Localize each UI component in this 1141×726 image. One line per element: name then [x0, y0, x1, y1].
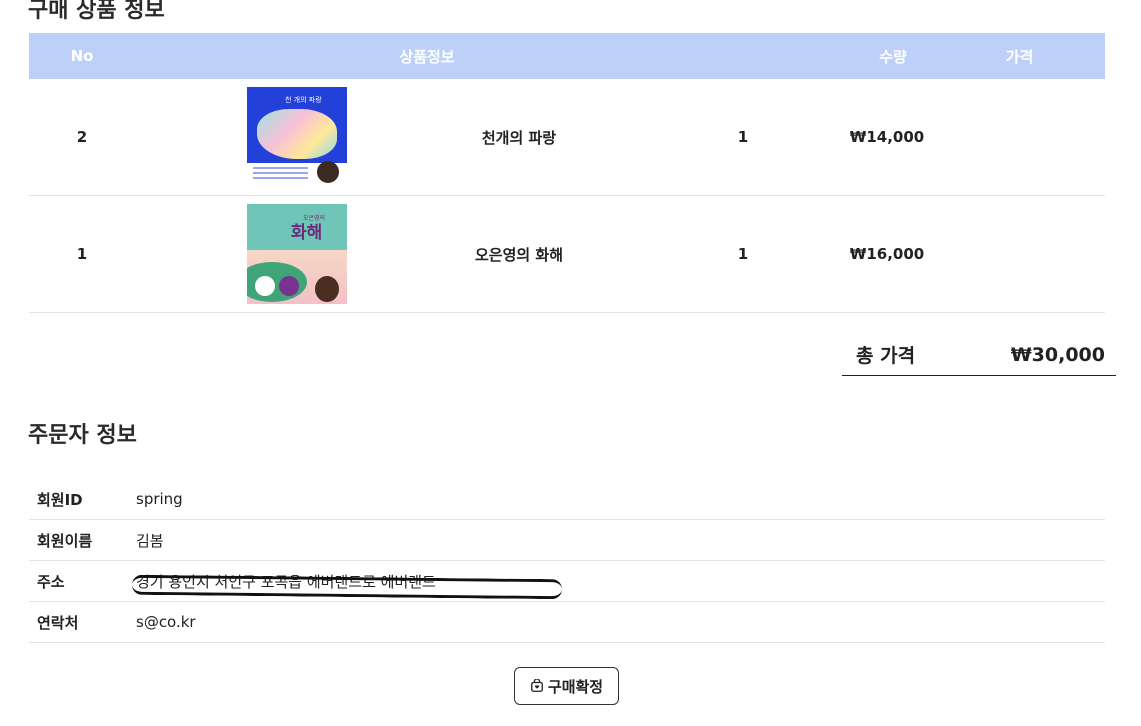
row-no: 1: [76, 245, 88, 263]
member-id-label: 회원ID: [37, 490, 83, 509]
header-info: 상품정보: [399, 47, 455, 66]
table-row: 1 오은영의 화해 오은영의 화해 1 ₩16,000: [29, 196, 1105, 313]
orderer-row-contact: 연락처 s@co.kr: [29, 602, 1105, 643]
address-label: 주소: [37, 572, 65, 591]
member-name-label: 회원이름: [37, 531, 93, 550]
row-price: ₩14,000: [849, 128, 925, 146]
header-price: 가격: [1005, 47, 1034, 66]
row-image-cell: 천 개의 파랑: [135, 87, 359, 187]
orderer-section-title: 주문자 정보: [28, 423, 137, 448]
order-confirmation-page: 구매 상품 정보 No 상품정보 수량 가격 2 천 개의 파랑 천개의 파랑 …: [0, 0, 1141, 726]
confirm-purchase-label: 구매확정: [547, 678, 604, 696]
cover-title-text: 화해: [291, 223, 323, 243]
contact-value: s@co.kr: [136, 613, 196, 631]
address-value-wrap: 경기 용인시 처인구 포곡읍 에버랜드로 에버랜드: [131, 571, 563, 599]
header-no: No: [70, 47, 94, 65]
total-price-label: 총 가격: [856, 345, 916, 367]
orderer-info-table: 회원ID spring 회원이름 김봄 주소 경기 용인시 처인구 포곡읍 에버…: [29, 479, 1105, 643]
products-section-title: 구매 상품 정보: [28, 0, 165, 23]
confirm-purchase-button[interactable]: 구매확정: [514, 667, 619, 705]
book-cover-image[interactable]: 오은영의 화해: [247, 204, 347, 304]
row-product-name[interactable]: 천개의 파랑: [359, 127, 679, 148]
row-price: ₩16,000: [849, 245, 925, 263]
orderer-row-member-name: 회원이름 김봄: [29, 520, 1105, 561]
contact-label: 연락처: [37, 613, 79, 632]
shopping-bag-icon: [530, 679, 543, 692]
redaction-scribble: [131, 574, 563, 599]
member-id-value: spring: [136, 490, 183, 508]
row-qty: 1: [737, 128, 749, 146]
orderer-row-member-id: 회원ID spring: [29, 479, 1105, 520]
header-qty: 수량: [879, 47, 907, 66]
total-price-value: ₩30,000: [1010, 343, 1105, 366]
book-cover-image[interactable]: 천 개의 파랑: [247, 87, 347, 187]
total-price-bar: 총 가격 ₩30,000: [842, 338, 1116, 376]
products-table-header: No 상품정보 수량 가격: [29, 33, 1105, 79]
row-product-name[interactable]: 오은영의 화해: [359, 244, 679, 265]
orderer-row-address: 주소 경기 용인시 처인구 포곡읍 에버랜드로 에버랜드: [29, 561, 1105, 602]
products-table: No 상품정보 수량 가격 2 천 개의 파랑 천개의 파랑 1 ₩14,000…: [29, 33, 1105, 313]
member-name-value: 김봄: [136, 531, 164, 550]
cover-title-text: 천 개의 파랑: [285, 96, 322, 104]
row-image-cell: 오은영의 화해: [135, 204, 359, 304]
table-row: 2 천 개의 파랑 천개의 파랑 1 ₩14,000: [29, 79, 1105, 196]
row-qty: 1: [737, 245, 749, 263]
row-no: 2: [76, 128, 88, 146]
